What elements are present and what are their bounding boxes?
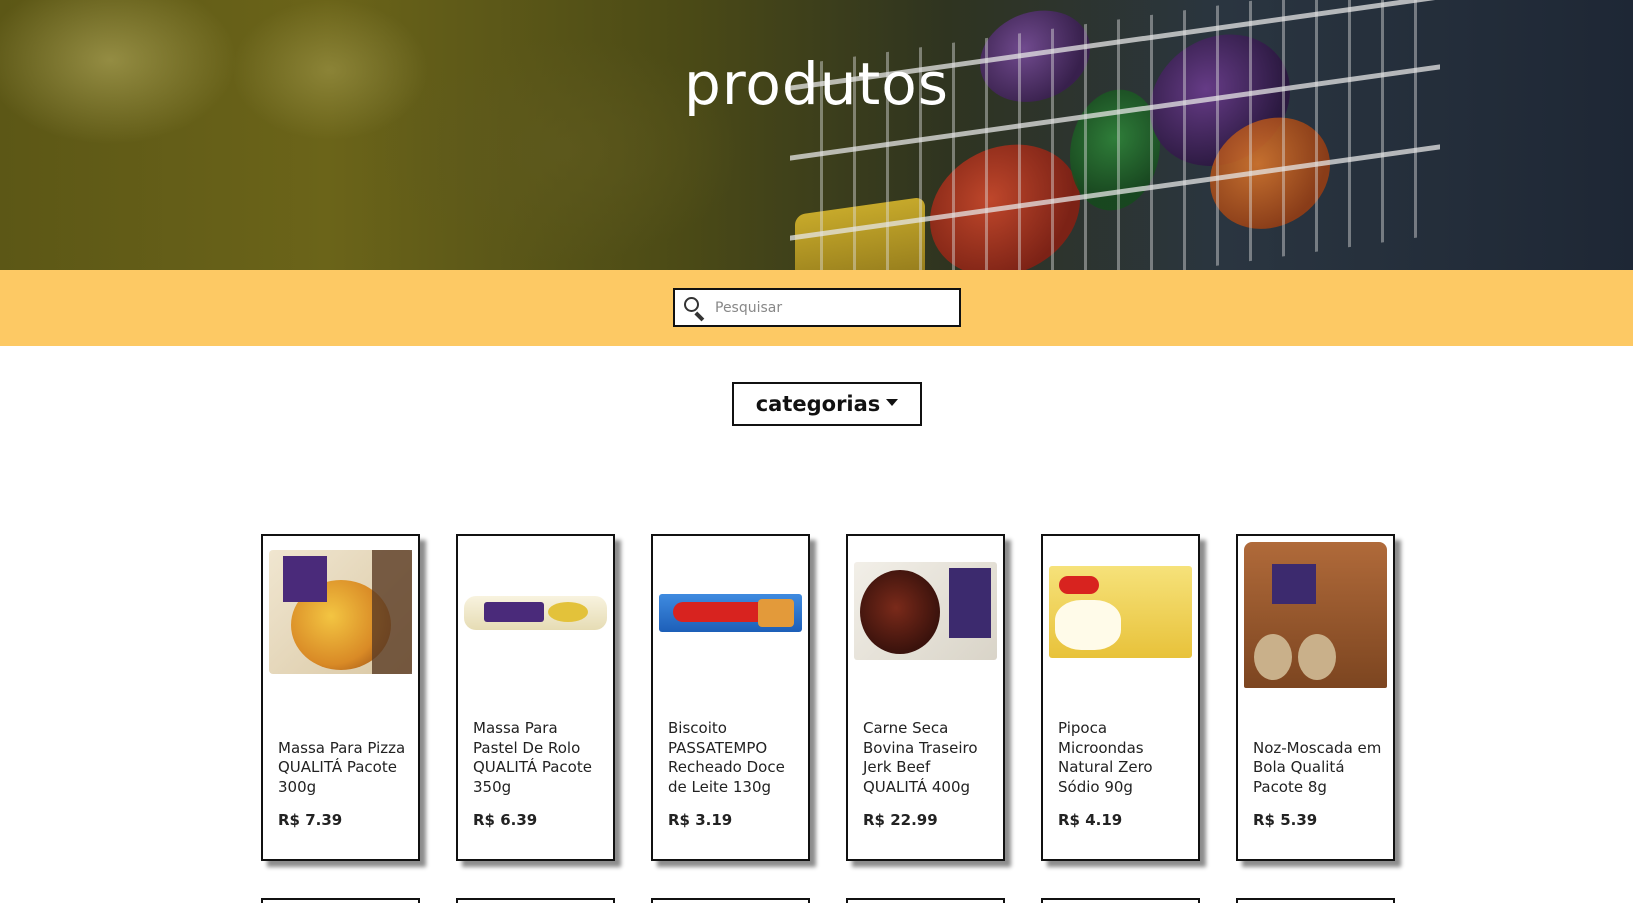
product-card-partial[interactable] [1236, 898, 1395, 903]
categories-label: categorias [755, 392, 881, 416]
product-image [659, 594, 802, 632]
search-box[interactable] [673, 288, 961, 327]
product-price: R$ 5.39 [1253, 811, 1318, 829]
caret-down-icon [886, 398, 899, 406]
product-price: R$ 22.99 [863, 811, 938, 829]
product-name: Pipoca Microondas Natural Zero Sódio 90g [1058, 719, 1153, 796]
product-card-partial[interactable] [261, 898, 420, 903]
product-price: R$ 6.39 [473, 811, 538, 829]
product-price: R$ 7.39 [278, 811, 343, 829]
product-card[interactable]: Massa Para Pizza QUALITÁ Pacote 300g R$ … [261, 534, 420, 861]
product-image [854, 562, 997, 660]
product-card[interactable]: Pipoca Microondas Natural Zero Sódio 90g… [1041, 534, 1200, 861]
product-card[interactable]: Biscoito PASSATEMPO Recheado Doce de Lei… [651, 534, 810, 861]
product-name: Noz-Moscada em Bola Qualitá Pacote 8g [1253, 738, 1382, 796]
product-card[interactable]: Massa Para Pastel De Rolo QUALITÁ Pacote… [456, 534, 615, 861]
hero-banner: produtos [0, 0, 1633, 270]
shopping-cart-image [790, 0, 1440, 270]
product-image [464, 596, 607, 630]
page-title: produtos [684, 50, 949, 118]
product-card-partial[interactable] [456, 898, 615, 903]
product-price: R$ 3.19 [668, 811, 733, 829]
search-bar-band [0, 270, 1633, 346]
categories-dropdown-button[interactable]: categorias [732, 382, 922, 426]
product-card-partial[interactable] [651, 898, 810, 903]
product-name: Carne Seca Bovina Traseiro Jerk Beef QUA… [863, 719, 978, 796]
product-price: R$ 4.19 [1058, 811, 1123, 829]
product-card-partial[interactable] [846, 898, 1005, 903]
product-name: Massa Para Pizza QUALITÁ Pacote 300g [278, 738, 406, 796]
product-card-partial[interactable] [1041, 898, 1200, 903]
product-card[interactable]: Carne Seca Bovina Traseiro Jerk Beef QUA… [846, 534, 1005, 861]
product-name: Massa Para Pastel De Rolo QUALITÁ Pacote… [473, 719, 592, 796]
product-name: Biscoito PASSATEMPO Recheado Doce de Lei… [668, 719, 785, 796]
product-image [269, 550, 412, 674]
product-card[interactable]: Noz-Moscada em Bola Qualitá Pacote 8g R$… [1236, 534, 1395, 861]
search-icon[interactable] [681, 293, 711, 323]
product-image [1244, 542, 1387, 688]
search-input[interactable] [711, 290, 959, 325]
product-image [1049, 566, 1192, 658]
